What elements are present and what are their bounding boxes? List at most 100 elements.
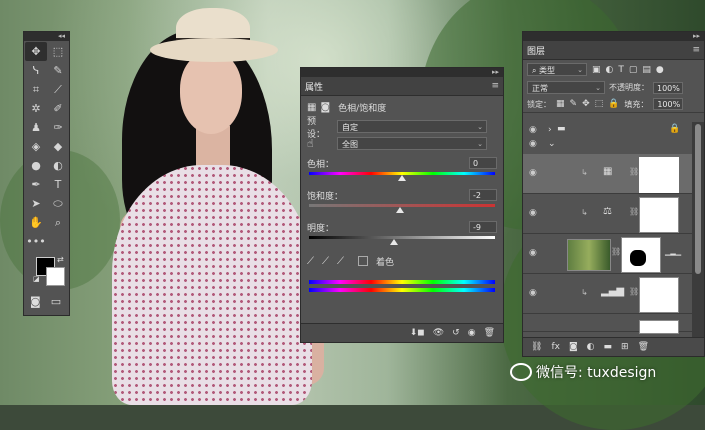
filter-toggle-icon[interactable]: ● <box>656 65 664 75</box>
saturation-value-field[interactable]: -2 <box>469 189 497 201</box>
lightness-value-field[interactable]: -9 <box>469 221 497 233</box>
layers-scroll-thumb[interactable] <box>695 124 701 274</box>
lasso-tool-icon[interactable]: ᓭ <box>25 61 47 80</box>
view-previous-icon[interactable]: 👁 <box>433 328 444 338</box>
marquee-tool-icon[interactable]: ⬚ <box>47 42 69 61</box>
image-thumbnail[interactable] <box>567 239 611 271</box>
new-group-icon[interactable]: ▬ <box>604 342 613 352</box>
quick-select-tool-icon[interactable]: ✎ <box>47 61 69 80</box>
layer-mask-thumbnail[interactable] <box>639 197 679 233</box>
fill-field[interactable]: 100% <box>653 98 684 110</box>
move-tool-icon[interactable]: ✥ <box>25 42 47 61</box>
default-colors-icon[interactable]: ◪ <box>33 275 40 283</box>
visibility-eye-icon[interactable]: ◉ <box>529 168 537 178</box>
hue-slider-thumb[interactable] <box>398 175 406 181</box>
lightness-slider-thumb[interactable] <box>389 239 398 245</box>
delete-layer-icon[interactable]: 🗑 <box>638 342 649 352</box>
zoom-tool-icon[interactable]: ⌕ <box>47 213 69 232</box>
layer-group-row[interactable]: ◉ › ▬ 🔒 <box>523 123 693 138</box>
fx-icon[interactable]: fx <box>551 342 560 352</box>
layer-row-smart-object[interactable]: ◉ ⛓ ▁▂▁ <box>523 234 693 274</box>
blur-tool-icon[interactable]: ● <box>25 156 47 175</box>
eraser-tool-icon[interactable]: ◈ <box>25 137 47 156</box>
visibility-eye-icon[interactable]: ◉ <box>529 288 537 298</box>
stamp-tool-icon[interactable]: ♟ <box>25 118 47 137</box>
tools-panel-header[interactable]: ◂◂ <box>24 32 69 41</box>
lock-position-icon[interactable]: ✥ <box>582 99 590 109</box>
quick-mask-icon[interactable]: ◙ <box>30 295 41 308</box>
lightness-slider[interactable] <box>309 236 495 248</box>
screen-mode-icon[interactable]: ▭ <box>51 295 61 308</box>
eyedropper-icon[interactable]: ⟋ <box>307 256 314 267</box>
healing-brush-tool-icon[interactable]: ✲ <box>25 99 47 118</box>
link-icon[interactable]: ⛓ <box>611 247 621 256</box>
link-icon[interactable]: ⛓ <box>629 167 639 176</box>
colorize-checkbox[interactable] <box>358 256 368 266</box>
layer-mask-thumbnail[interactable] <box>639 157 679 193</box>
saturation-slider[interactable] <box>309 204 495 216</box>
shape-tool-icon[interactable]: ⬭ <box>47 194 69 213</box>
layer-row-curves[interactable]: ◉ ↳ ▦ ⛓ <box>523 154 693 194</box>
tab-layers[interactable]: 图层 <box>527 44 545 57</box>
layer-row-partial[interactable] <box>523 314 693 334</box>
eyedropper-minus-icon[interactable]: ⟋ <box>337 256 344 267</box>
crop-tool-icon[interactable]: ⌗ <box>25 80 47 99</box>
path-select-tool-icon[interactable]: ➤ <box>25 194 47 213</box>
targeted-adjust-hand-icon[interactable]: ☝ <box>307 137 331 150</box>
lock-transparent-icon[interactable]: ▦ <box>556 99 565 109</box>
saturation-slider-thumb[interactable] <box>396 207 405 213</box>
mask-icon[interactable]: ◙ <box>320 102 330 113</box>
collapse-icon[interactable]: ▸▸ <box>492 68 499 77</box>
filter-pixel-icon[interactable]: ▣ <box>592 65 601 75</box>
paint-bucket-tool-icon[interactable]: ◆ <box>47 137 69 156</box>
lock-artboard-icon[interactable]: ⬚ <box>595 99 604 109</box>
opacity-field[interactable]: 100% <box>653 81 683 94</box>
layer-filter-select[interactable]: ⌕ 类型 ⌄ <box>527 63 587 76</box>
visibility-eye-icon[interactable]: ◉ <box>529 208 537 218</box>
layer-row-levels[interactable]: ◉ ↳ ▂▄▆ ⛓ <box>523 274 693 314</box>
eyedropper-tool-icon[interactable]: ⟋ <box>47 80 69 99</box>
more-tools-icon[interactable]: ••• <box>25 232 47 251</box>
visibility-eye-icon[interactable]: ◉ <box>529 125 537 135</box>
preset-select[interactable]: 自定 ⌄ <box>337 120 487 133</box>
visibility-eye-icon[interactable]: ◉ <box>529 248 537 258</box>
layer-mask-thumbnail[interactable] <box>621 237 661 273</box>
channel-select[interactable]: 全图 ⌄ <box>337 137 487 150</box>
layer-group-row-expanded[interactable]: ◉ ⌄ <box>523 138 693 152</box>
collapse-icon[interactable]: ▸▸ <box>693 32 700 41</box>
collapse-icon[interactable]: ◂◂ <box>58 32 65 41</box>
clip-to-layer-icon[interactable]: ⬇◼ <box>410 328 425 338</box>
dodge-tool-icon[interactable]: ◐ <box>47 156 69 175</box>
hue-value-field[interactable]: 0 <box>469 157 497 169</box>
history-brush-tool-icon[interactable]: ✑ <box>47 118 69 137</box>
background-color-swatch[interactable] <box>46 267 65 286</box>
blend-mode-select[interactable]: 正常 ⌄ <box>527 81 605 94</box>
tab-properties[interactable]: 属性 <box>305 80 323 93</box>
add-mask-icon[interactable]: ◙ <box>569 342 578 352</box>
layer-row-color-balance[interactable]: ◉ ↳ ⚖ ⛓ <box>523 194 693 234</box>
panel-menu-icon[interactable]: ≡ <box>692 45 700 55</box>
filter-adjustment-icon[interactable]: ◐ <box>606 65 614 75</box>
layers-panel-strip[interactable]: ▸▸ <box>523 32 704 41</box>
filter-type-icon[interactable]: T <box>618 65 624 75</box>
filter-smart-icon[interactable]: ▤ <box>642 65 651 75</box>
eyedropper-plus-icon[interactable]: ⟋ <box>322 256 329 267</box>
chevron-down-icon[interactable]: ⌄ <box>548 139 556 149</box>
new-layer-icon[interactable]: ⊞ <box>621 342 629 352</box>
swap-colors-icon[interactable]: ⇄ <box>57 255 64 264</box>
brush-tool-icon[interactable]: ✐ <box>47 99 69 118</box>
hand-tool-icon[interactable]: ✋ <box>25 213 47 232</box>
pen-tool-icon[interactable]: ✒ <box>25 175 47 194</box>
panel-menu-icon[interactable]: ≡ <box>491 81 499 91</box>
type-tool-icon[interactable]: T <box>47 175 69 194</box>
properties-panel-strip[interactable]: ▸▸ <box>301 68 503 77</box>
lock-pixels-icon[interactable]: ✎ <box>570 99 578 109</box>
reset-icon[interactable]: ↺ <box>452 328 460 338</box>
filter-shape-icon[interactable]: ▢ <box>629 65 638 75</box>
chevron-right-icon[interactable]: › <box>548 125 552 135</box>
delete-icon[interactable]: 🗑 <box>484 328 495 338</box>
layers-scrollbar[interactable] <box>692 122 704 337</box>
link-layers-icon[interactable]: ⛓ <box>531 342 542 352</box>
visibility-icon[interactable]: ◉ <box>468 328 476 338</box>
lock-all-icon[interactable]: 🔒 <box>608 99 619 109</box>
